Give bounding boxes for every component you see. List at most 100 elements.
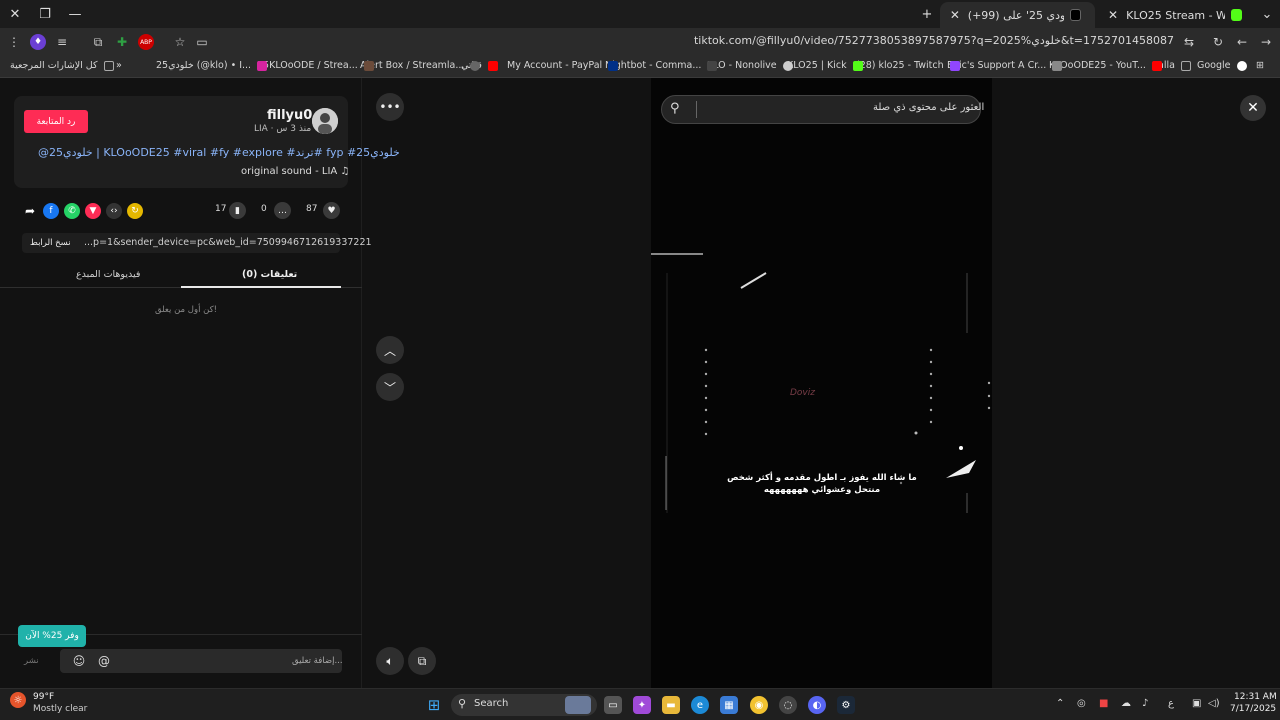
edge-icon[interactable]: e [691,696,709,714]
bookmark-google[interactable]: Google [1197,60,1247,71]
apps-icon[interactable]: ⊞ [1256,60,1264,71]
avatar[interactable] [312,108,338,134]
chrome-icon[interactable]: ◉ [750,696,768,714]
address-bar[interactable]: tiktok.com/@fillyu0/video/75277380538975… [694,34,1174,47]
weather-icon[interactable]: ☼ [10,692,26,708]
next-video-button[interactable]: ﹀ [376,373,404,401]
bookmark-streamlabs[interactable]: 25KLOoODE / Strea... [257,60,374,71]
bookmark-kick[interactable]: KLO25 | Kick [787,60,863,71]
volume-icon[interactable]: ◁) [1208,698,1220,709]
restore-window-icon[interactable]: ❐ [30,0,60,28]
copilot-icon[interactable]: ✦ [633,696,651,714]
back-icon[interactable]: → [1258,34,1274,50]
tab-comments[interactable]: تعليقات (0) [242,269,297,280]
app-icon[interactable]: ◌ [779,696,797,714]
tab-tiktok[interactable]: ✕ (+99) العثور على 'خلودي 25' على... [940,2,1095,28]
bookmark-epic[interactable]: Epic's Support A Cr... [947,60,1063,71]
embed-icon[interactable]: ‹› [106,203,122,219]
reading-list-icon[interactable]: ≡ [54,34,70,50]
bookmark-youtube[interactable]: KLOoODE25 - YouT... [1049,60,1162,71]
adblock-icon[interactable]: ABP [138,34,154,50]
copy-link-button[interactable]: نسخ الرابط [30,238,71,248]
search-icon[interactable]: ⚲ [670,101,680,116]
more-bookmarks-icon[interactable]: » [116,60,122,71]
bookmarks-bar: ⊞ Google Salla KLOoODE25 - YouT... Epic'… [0,56,1280,78]
extensions-icon[interactable]: ⧉ [90,34,106,50]
forward-icon[interactable]: ← [1234,34,1250,50]
task-view-icon[interactable]: ▭ [604,696,622,714]
all-bookmarks[interactable]: كل الإشارات المرجعية [10,60,114,71]
bookmark-twitch[interactable]: (28) klo25 - Twitch [856,60,960,71]
site-settings-icon[interactable]: ⇆ [1181,34,1197,50]
new-tab-icon[interactable]: + [912,0,942,28]
more-options-button[interactable]: ••• [376,93,404,121]
extension-icon[interactable]: ✚ [114,34,130,50]
clock-time[interactable]: 12:31 AM [1234,692,1277,702]
weather-temp: 99°F [33,692,55,702]
comment-icon[interactable]: … [274,202,291,219]
mention-icon[interactable]: @ [96,653,112,669]
reload-icon[interactable]: ↻ [1210,34,1226,50]
bookmark-alertbox[interactable]: Alert Box / Streamla... [360,60,481,71]
facebook-icon[interactable]: f [43,203,59,219]
emoji-icon[interactable]: ☺ [71,653,87,669]
author-username[interactable]: fillyu0 [267,108,312,123]
heart-icon[interactable]: ♥ [323,202,340,219]
tray-chevron-icon[interactable]: ⌃ [1056,698,1064,709]
share-arrow-icon[interactable]: ➦ [22,203,38,219]
microphone-icon[interactable]: ♪ [1142,698,1148,709]
tab-search-icon[interactable]: ⌄ [1252,0,1280,28]
tiktok-share-icon[interactable]: ▼ [85,203,101,219]
bookmark-icon[interactable]: ▮ [229,202,246,219]
video-player[interactable] [651,78,992,688]
menu-icon[interactable]: ⋮ [6,34,22,50]
promo-badge[interactable]: وفر 25% الآن [18,625,86,647]
taskbar-search-label: Search [474,698,509,709]
avatar-image [312,108,338,134]
nonolive-icon [782,60,793,71]
steam-icon[interactable]: ⚙ [837,696,855,714]
youtube-icon [1151,60,1162,71]
kick-icon [1231,9,1242,21]
tiktok-icon [1070,9,1081,21]
tab-kick[interactable]: ✕ KLO25 Stream - Watch Live on K [1098,2,1256,28]
previous-video-button[interactable]: ︿ [376,336,404,364]
file-explorer-icon[interactable]: ▬ [662,696,680,714]
tray-m-icon[interactable]: ■ [1099,698,1108,709]
pip-button[interactable]: ⧉ [408,647,436,675]
video-watermark: Doviz [790,388,815,398]
streamlabs-icon [363,60,374,71]
close-tab-icon[interactable]: ✕ [1106,8,1120,22]
discord-icon[interactable]: ◐ [808,696,826,714]
tray-app-icon[interactable]: ◎ [1077,698,1086,709]
close-video-button[interactable]: ✕ [1240,95,1266,121]
kick-icon [852,60,863,71]
post-caption[interactable]: @خلودي25 | KLOoODE25 #viral #fy #explore… [38,146,400,159]
bookmark-paypal[interactable]: My Account - PayPal [507,60,619,71]
youtube-icon [487,60,498,71]
close-tab-icon[interactable]: ✕ [948,8,962,22]
bookmark-instagram[interactable]: خلودي25 (@klo) • I... [156,60,268,71]
tray-cloud-icon[interactable]: ☁ [1121,698,1131,709]
whatsapp-icon[interactable]: ✆ [64,203,80,219]
post-link[interactable]: ...p=1&sender_device=pc&web_id=750994671… [84,237,372,248]
clock-date[interactable]: 7/17/2025 [1230,704,1276,714]
cast-icon[interactable]: ▭ [194,34,210,50]
repost-icon[interactable]: ↻ [127,203,143,219]
bookmark-nightbot[interactable]: Nightbot - Comma... [605,60,718,71]
bookmark-star-icon[interactable]: ☆ [172,34,188,50]
network-icon[interactable]: ▣ [1192,698,1201,709]
store-icon[interactable]: ▦ [720,696,738,714]
close-window-icon[interactable]: ✕ [0,0,30,28]
windows-start-icon[interactable]: ⊞ [425,696,443,714]
bookmark-nonolive[interactable]: KLO - Nonolive [707,60,793,71]
tab-creator-videos[interactable]: فيديوهات المبدع [76,269,140,280]
follow-back-button[interactable]: رد المتابعة [24,110,88,133]
post-comment-button[interactable]: نشر [24,656,39,666]
minimize-window-icon[interactable]: — [60,0,90,28]
epic-icon [1052,60,1063,71]
profile-icon[interactable]: ♦ [30,34,46,50]
music-link[interactable]: original sound - LIA ♫ [241,166,349,177]
volume-button[interactable]: 🔈︎ [376,647,404,675]
language-indicator[interactable]: ع [1168,698,1174,709]
